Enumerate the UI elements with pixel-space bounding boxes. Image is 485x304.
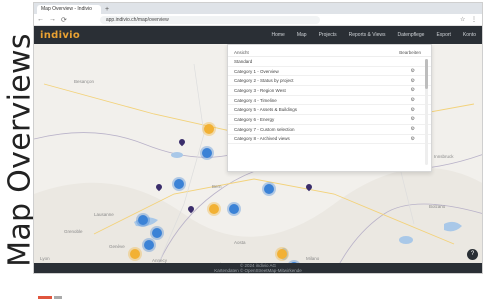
reload-icon[interactable]: ⟳	[61, 16, 67, 24]
menu-item-datenpflege[interactable]: Datenpflege	[398, 32, 425, 38]
view-selector-dropdown: Ansicht Bearbeiten Standard Category 1 -…	[227, 44, 432, 172]
settings-icon[interactable]: ⚙	[411, 107, 415, 113]
forward-icon[interactable]: →	[49, 16, 56, 23]
settings-icon[interactable]: ⚙	[411, 136, 415, 142]
map-cluster-marker[interactable]	[277, 249, 287, 259]
dropdown-item-label: Category 6 - Energy	[234, 116, 275, 122]
menu-item-projects[interactable]: Projects	[319, 32, 337, 38]
map-label: Bolzano	[429, 204, 446, 209]
dropdown-item-label: Category 8 - Archived views	[234, 136, 290, 142]
screenshot-stage: Map Overviews Map Overview - Indivio + ←…	[0, 0, 485, 304]
dropdown-item-label: Category 7 - Custom selection	[234, 126, 295, 132]
dropdown-item-label: Category 3 - Region West	[234, 87, 286, 93]
url-field[interactable]: app.indivio.ch/map/overview	[99, 15, 320, 24]
browser-tab[interactable]: Map Overview - Indivio	[37, 5, 101, 14]
dropdown-item-label: Category 2 - Status by project	[234, 78, 294, 84]
settings-icon[interactable]: ⚙	[411, 68, 415, 74]
map-label: Lausanne	[94, 212, 114, 217]
map-label: Milano	[306, 256, 320, 261]
help-icon[interactable]: ?	[467, 249, 478, 260]
footer-attribution: Kartendaten © OpenStreetMap-Mitwirkende	[214, 267, 302, 273]
dropdown-header-view: Ansicht	[234, 50, 249, 55]
dropdown-item[interactable]: Category 1 - Overview ⚙	[228, 67, 431, 77]
app-header: indivio Home Map Projects Reports & View…	[34, 26, 482, 44]
dropdown-item[interactable]: Category 3 - Region West ⚙	[228, 86, 431, 96]
browser-tabbar: Map Overview - Indivio +	[34, 3, 482, 14]
map-label: Grenoble	[64, 229, 83, 234]
map-canvas[interactable]: Besançon Bern Zürich München Lausanne Ge…	[34, 44, 482, 273]
map-cluster-marker[interactable]	[202, 148, 212, 158]
new-tab-button[interactable]: +	[105, 5, 109, 14]
back-icon[interactable]: ←	[37, 16, 44, 23]
dropdown-item-label: Category 1 - Overview	[234, 68, 279, 74]
map-cluster-marker[interactable]	[138, 215, 148, 225]
address-bar-row: ← → ⟳ app.indivio.ch/map/overview ☆ ⋮	[34, 14, 482, 26]
dropdown-item[interactable]: Category 8 - Archived views ⚙	[228, 135, 431, 145]
dropdown-item[interactable]: Category 5 - Assets & Buildings ⚙	[228, 105, 431, 116]
taskbar-indicator	[54, 296, 62, 299]
taskbar-indicator	[38, 296, 52, 299]
dropdown-item[interactable]: Category 4 - Timeline ⚙	[228, 96, 431, 106]
menu-item-home[interactable]: Home	[271, 32, 284, 38]
menu-item-reports[interactable]: Reports & Views	[349, 32, 386, 38]
dropdown-item[interactable]: Standard	[228, 57, 431, 67]
settings-icon[interactable]: ⚙	[411, 126, 415, 132]
dropdown-item-label: Category 4 - Timeline	[234, 97, 277, 103]
menu-item-konto[interactable]: Konto	[463, 32, 476, 38]
settings-icon[interactable]: ⚙	[411, 116, 415, 122]
dropdown-item[interactable]: Category 6 - Energy ⚙	[228, 115, 431, 125]
menu-item-map[interactable]: Map	[297, 32, 307, 38]
map-cluster-marker[interactable]	[209, 204, 219, 214]
map-label: Aosta	[234, 240, 246, 245]
map-cluster-marker[interactable]	[144, 240, 154, 250]
map-cluster-marker[interactable]	[204, 124, 214, 134]
main-menu: Home Map Projects Reports & Views Datenp…	[271, 32, 476, 38]
browser-menu-icons[interactable]: ☆ ⋮	[460, 16, 479, 23]
map-pin-marker[interactable]	[156, 184, 162, 192]
map-label: Besançon	[74, 79, 95, 84]
map-cluster-marker[interactable]	[130, 249, 140, 259]
settings-icon[interactable]: ⚙	[411, 97, 415, 103]
dropdown-item-label: Standard	[234, 58, 253, 64]
dropdown-header: Ansicht Bearbeiten	[228, 45, 431, 57]
map-pin-marker[interactable]	[188, 206, 194, 214]
dropdown-item[interactable]: Category 2 - Status by project ⚙	[228, 76, 431, 87]
map-cluster-marker[interactable]	[264, 184, 274, 194]
settings-icon[interactable]: ⚙	[411, 78, 415, 84]
map-label: Innsbruck	[434, 154, 454, 159]
map-pin-marker[interactable]	[179, 139, 185, 147]
map-pin-marker[interactable]	[306, 184, 312, 192]
app-logo[interactable]: indivio	[40, 30, 80, 41]
map-cluster-marker[interactable]	[174, 179, 184, 189]
settings-icon[interactable]: ⚙	[411, 87, 415, 93]
map-label: Genève	[109, 244, 125, 249]
dropdown-scrollbar[interactable]	[425, 59, 428, 165]
map-label: Bern	[212, 184, 222, 189]
dropdown-item[interactable]: Category 7 - Custom selection ⚙	[228, 125, 431, 135]
menu-item-export[interactable]: Export	[436, 32, 450, 38]
map-label: Lyon	[40, 256, 50, 261]
app-footer: © 2024 indivio AG Kartendaten © OpenStre…	[34, 263, 482, 273]
browser-window: Map Overview - Indivio + ← → ⟳ app.indiv…	[33, 2, 483, 274]
dropdown-header-edit: Bearbeiten	[399, 50, 421, 55]
map-cluster-marker[interactable]	[152, 228, 162, 238]
dropdown-item-label: Category 5 - Assets & Buildings	[234, 107, 298, 113]
map-cluster-marker[interactable]	[229, 204, 239, 214]
